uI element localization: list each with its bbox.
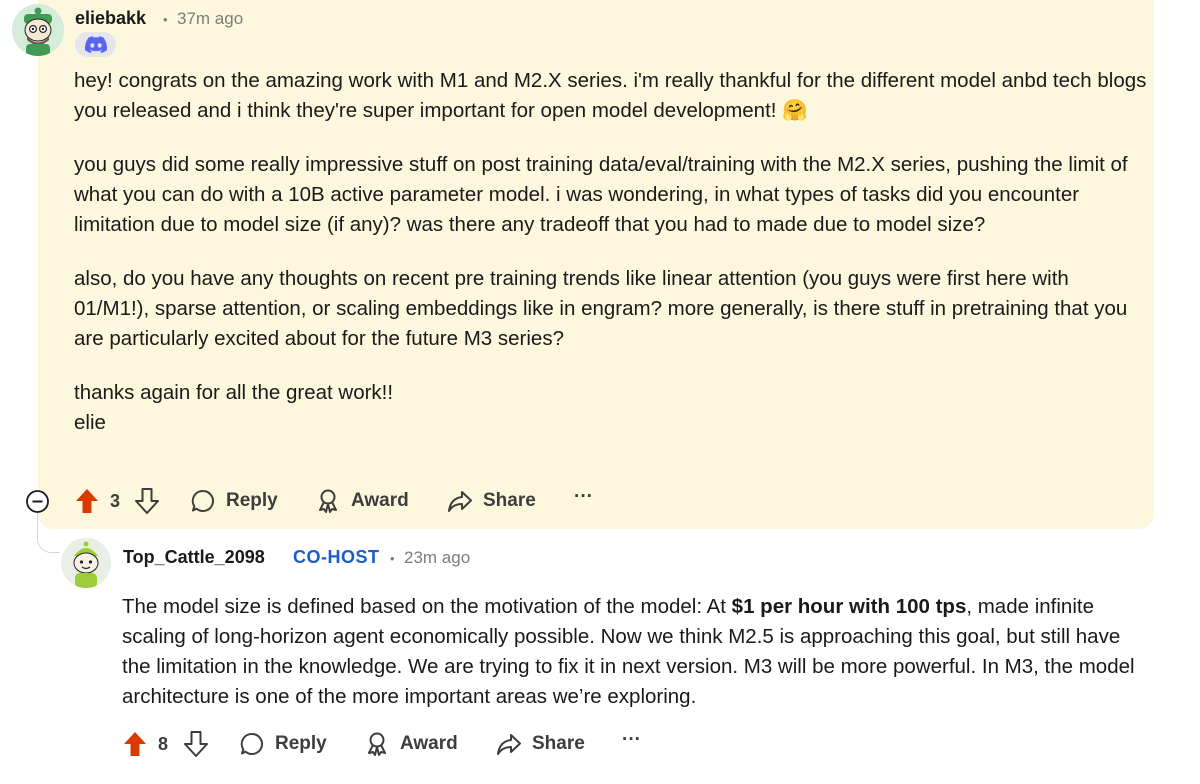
avatar[interactable] [61,538,111,588]
user-flair [75,32,116,57]
collapse-thread-button[interactable] [25,489,50,519]
comment-body: hey! congrats on the amazing work with M… [74,66,1149,438]
reply-button[interactable]: Reply [239,731,327,757]
separator-dot: • [163,12,168,27]
closing-line: thanks again for all the great work!! [74,381,394,404]
downvote-button[interactable] [183,730,209,763]
share-arrow-icon [497,734,521,755]
more-options-icon: ··· [574,486,593,507]
vote-count: 8 [158,734,169,754]
award-label: Award [351,490,409,511]
more-options-button[interactable]: ··· [574,486,593,508]
avatar[interactable] [12,4,64,56]
more-options-button[interactable]: ··· [622,729,641,751]
upvote-button[interactable] [122,730,148,763]
username[interactable]: Top_Cattle_2098 [123,547,265,568]
comment-paragraph: also, do you have any thoughts on recent… [74,267,1128,350]
downvote-button[interactable] [134,487,160,520]
reply-label: Reply [226,490,278,511]
award-icon [319,489,337,513]
award-icon [368,732,386,756]
comment-bubble-icon [240,732,263,755]
reply-label: Reply [275,733,327,754]
more-options-icon: ··· [622,729,641,750]
timestamp: 23m ago [404,548,471,567]
signature: elie [74,411,106,434]
award-button[interactable]: Award [315,488,409,514]
upvote-arrow-icon [124,732,146,756]
comment-text: The model size is defined based on the m… [122,595,732,618]
share-label: Share [483,490,536,511]
share-button[interactable]: Share [496,731,585,757]
comment-paragraph: you guys did some really impressive stuf… [74,153,1128,236]
minus-circle-icon [26,490,49,513]
share-label: Share [532,733,585,754]
comment-body: The model size is defined based on the m… [122,592,1152,712]
downvote-arrow-icon [184,731,208,757]
vote-count: 3 [110,491,121,511]
timestamp: 37m ago [177,9,244,28]
reply-button[interactable]: Reply [190,488,278,514]
downvote-arrow-icon [135,488,159,514]
cohost-badge: CO-HOST [293,547,380,567]
separator-dot: • [390,551,395,566]
upvote-button[interactable] [74,487,100,520]
comment-bubble-icon [191,489,214,512]
comment-paragraph: hey! congrats on the amazing work with M… [74,69,1147,122]
award-label: Award [400,733,458,754]
upvote-arrow-icon [76,489,98,513]
award-button[interactable]: Award [364,731,458,757]
share-button[interactable]: Share [447,488,536,514]
comment-closing: thanks again for all the great work!! eli… [74,378,1149,438]
share-arrow-icon [448,491,472,512]
highlight-text: $1 per hour with 100 tps [731,595,967,618]
username[interactable]: eliebakk [75,8,146,29]
discord-icon [84,36,107,53]
